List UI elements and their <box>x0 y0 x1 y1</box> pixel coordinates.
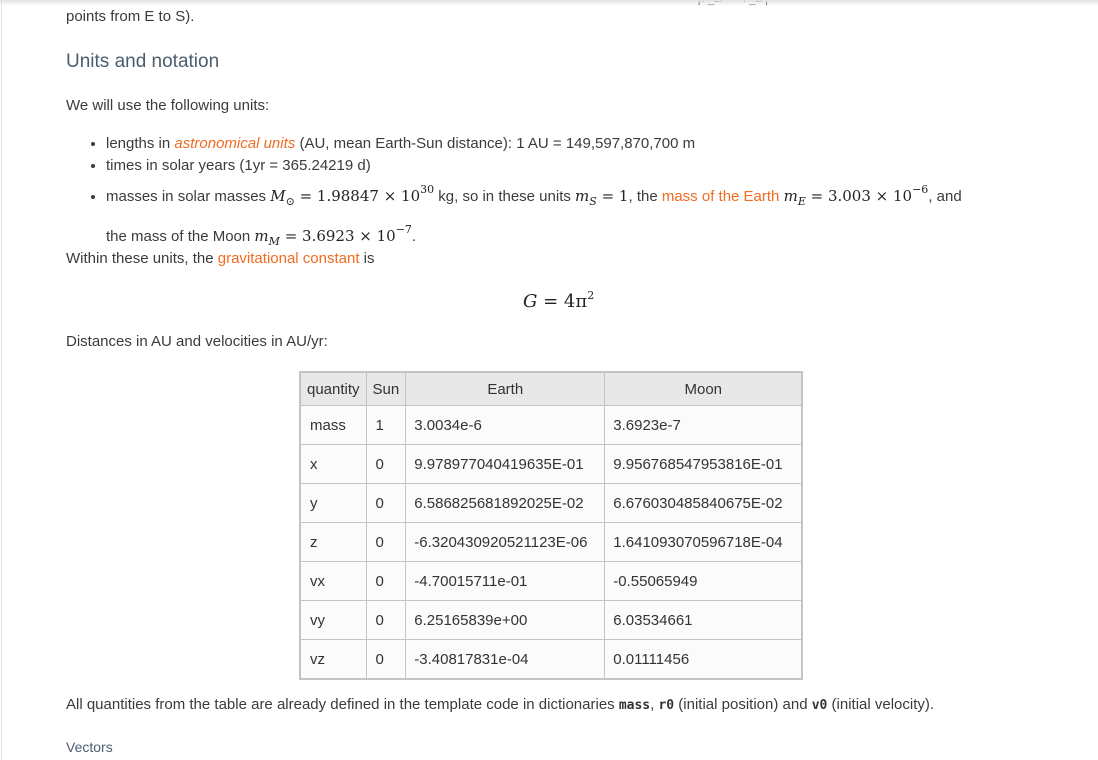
mass-of-earth-link[interactable]: mass of the Earth <box>662 188 780 205</box>
list-item-lengths: lengths in astronomical units (AU, mean … <box>106 133 962 155</box>
section-heading-vectors: Vectors <box>66 739 113 755</box>
gravitational-constant-link[interactable]: gravitational constant <box>218 250 360 267</box>
cell-sun: 0 <box>365 561 407 601</box>
moon-mass-formula: mM = 3.6923 × 10−7 <box>254 223 412 248</box>
intro-tail-text: points from E to S). <box>66 8 195 25</box>
cell-earth: 6.25165839e+00 <box>405 600 606 640</box>
header-sun: Sun <box>365 371 407 406</box>
cell-sun: 0 <box>365 522 407 562</box>
footnote-text: All quantities from the table are alread… <box>66 696 935 713</box>
section-heading-units: Units and notation <box>66 51 220 72</box>
cell-quantity: y <box>299 483 367 523</box>
table-row: x 0 9.978977040419635E-01 9.956768547953816… <box>299 444 803 484</box>
units-list: lengths in astronomical units (AU, mean … <box>86 133 962 253</box>
left-border <box>1 0 2 760</box>
cell-moon: 0.01111456 <box>604 639 803 680</box>
cell-quantity: x <box>299 444 367 484</box>
moon-mass-text: the mass of the Moon <box>106 228 255 245</box>
times-text: times in solar years (1yr = 365.24219 d) <box>106 157 371 174</box>
and-text: , and <box>928 188 962 205</box>
distances-note: Distances in AU and velocities in AU/yr: <box>66 333 328 350</box>
moon-mass-line: the mass of the Moon mM = 3.6923 × 10−7. <box>106 223 417 248</box>
gravity-post: is <box>359 250 375 267</box>
table-row: vz 0 -3.40817831e-04 0.01111456 <box>299 639 803 680</box>
cell-sun: 0 <box>365 600 407 640</box>
cell-moon: 6.03534661 <box>604 600 803 640</box>
table-row: vy 0 6.25165839e+00 6.03534661 <box>299 600 803 640</box>
cell-quantity: vy <box>299 600 367 640</box>
header-earth: Earth <box>405 371 606 406</box>
table-header-row: quantity Sun Earth Moon <box>299 371 803 406</box>
gravity-pre: Within these units, the <box>66 250 218 267</box>
cell-earth: 9.978977040419635E-01 <box>405 444 606 484</box>
cell-quantity: vx <box>299 561 367 601</box>
header-quantity: quantity <box>299 371 367 406</box>
top-shadow <box>0 0 1098 6</box>
gravity-equation: G = 4π2 <box>523 289 595 312</box>
header-moon: Moon <box>604 371 803 406</box>
cell-moon: -0.55065949 <box>604 561 803 601</box>
masses-text: masses in solar masses <box>106 188 271 205</box>
cell-moon: 1.641093070596718E-04 <box>604 522 803 562</box>
cell-quantity: z <box>299 522 367 562</box>
cell-moon: 3.6923e-7 <box>604 405 803 445</box>
cell-sun: 0 <box>365 444 407 484</box>
table-row: z 0 -6.320430920521123E-06 1.64109307059671… <box>299 522 803 562</box>
cell-moon: 6.676030485840675E-02 <box>604 483 803 523</box>
masses-mid-text: kg, so in these units <box>434 188 576 205</box>
table-row: y 0 6.586825681892025E-02 6.676030485840675… <box>299 483 803 523</box>
cell-moon: 9.956768547953816E-01 <box>604 444 803 484</box>
cell-sun: 0 <box>365 483 407 523</box>
solar-mass-formula: M⊙ = 1.98847 × 1030 <box>270 183 435 208</box>
gravity-text: Within these units, the gravitational co… <box>66 250 375 267</box>
cell-quantity: mass <box>299 405 367 445</box>
cell-earth: -3.40817831e-04 <box>405 639 606 680</box>
comma-text: , the <box>628 188 662 205</box>
sun-mass-formula: mS = 1 <box>575 187 629 208</box>
cell-earth: -4.70015711e-01 <box>405 561 606 601</box>
table-row: mass 1 3.0034e-6 3.6923e-7 <box>299 405 803 445</box>
lengths-text: lengths in <box>106 135 175 152</box>
earth-mass-formula: mE = 3.003 × 10−6 <box>783 183 929 208</box>
footnote-pre: All quantities from the table are alread… <box>66 696 619 713</box>
cell-earth: 3.0034e-6 <box>405 405 606 445</box>
code-r0: r0 <box>658 698 675 713</box>
cell-earth: 6.586825681892025E-02 <box>405 483 606 523</box>
astronomical-units-link[interactable]: astronomical units <box>174 135 295 152</box>
cell-quantity: vz <box>299 639 367 680</box>
code-v0: v0 <box>811 698 828 713</box>
table-row: vx 0 -4.70015711e-01 -0.55065949 <box>299 561 803 601</box>
code-mass: mass <box>618 698 651 713</box>
initial-conditions-table: quantity Sun Earth Moon mass 1 3.0034e-6 3.… <box>299 371 804 680</box>
cell-sun: 0 <box>365 639 407 680</box>
list-item-times: times in solar years (1yr = 365.24219 d) <box>106 155 962 177</box>
cell-earth: -6.320430920521123E-06 <box>405 522 606 562</box>
units-intro-text: We will use the following units: <box>66 97 270 114</box>
list-item-masses: masses in solar masses M⊙ = 1.98847 × 10… <box>106 179 962 253</box>
cell-sun: 1 <box>365 405 407 445</box>
lengths-detail: (AU, mean Earth-Sun distance): 1 AU = 14… <box>295 135 696 152</box>
